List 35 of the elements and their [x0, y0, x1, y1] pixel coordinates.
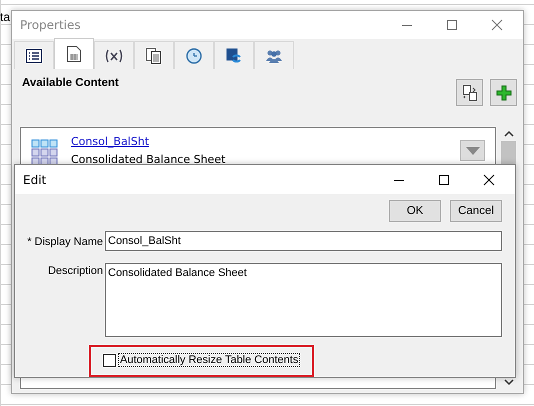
copy-icon: [462, 84, 476, 100]
section-title: Available Content: [22, 77, 119, 91]
refresh-icon: [226, 48, 242, 64]
display-name-field[interactable]: Consol_BalSht: [105, 231, 502, 251]
list-icon: [26, 48, 42, 62]
scroll-up-icon[interactable]: [504, 130, 514, 138]
dialog-title: Edit: [23, 172, 46, 186]
cancel-button[interactable]: Cancel: [450, 200, 502, 222]
tab[interactable]: [94, 41, 134, 69]
description-field[interactable]: Consolidated Balance Sheet: [105, 263, 502, 337]
tab[interactable]: [54, 38, 94, 69]
content-link[interactable]: Consol_BalSht: [71, 135, 150, 148]
caret-icon: [466, 146, 480, 154]
tab[interactable]: [14, 41, 54, 69]
tab[interactable]: [134, 41, 174, 69]
add-button[interactable]: [490, 79, 517, 106]
variable-icon: [105, 48, 123, 62]
content-description: Consolidated Balance Sheet: [71, 153, 226, 166]
clock-icon: [186, 48, 202, 64]
document-icon: [67, 46, 81, 62]
maximize-icon[interactable]: [438, 174, 450, 186]
cell-text: ta: [0, 10, 10, 24]
ok-button[interactable]: OK: [389, 200, 441, 222]
close-icon[interactable]: [483, 174, 495, 186]
plus-icon: [496, 84, 512, 100]
dropdown-button[interactable]: [460, 140, 485, 161]
copy-button[interactable]: [456, 79, 483, 106]
pages-icon: [146, 48, 162, 64]
field-label: Description: [46, 264, 103, 277]
scroll-down-icon[interactable]: [504, 378, 514, 386]
table-grid-icon: [31, 139, 59, 165]
tab[interactable]: [214, 41, 254, 69]
window-title: Properties: [20, 18, 81, 32]
users-icon: [265, 48, 283, 62]
field-label: * Display Name: [26, 235, 103, 248]
